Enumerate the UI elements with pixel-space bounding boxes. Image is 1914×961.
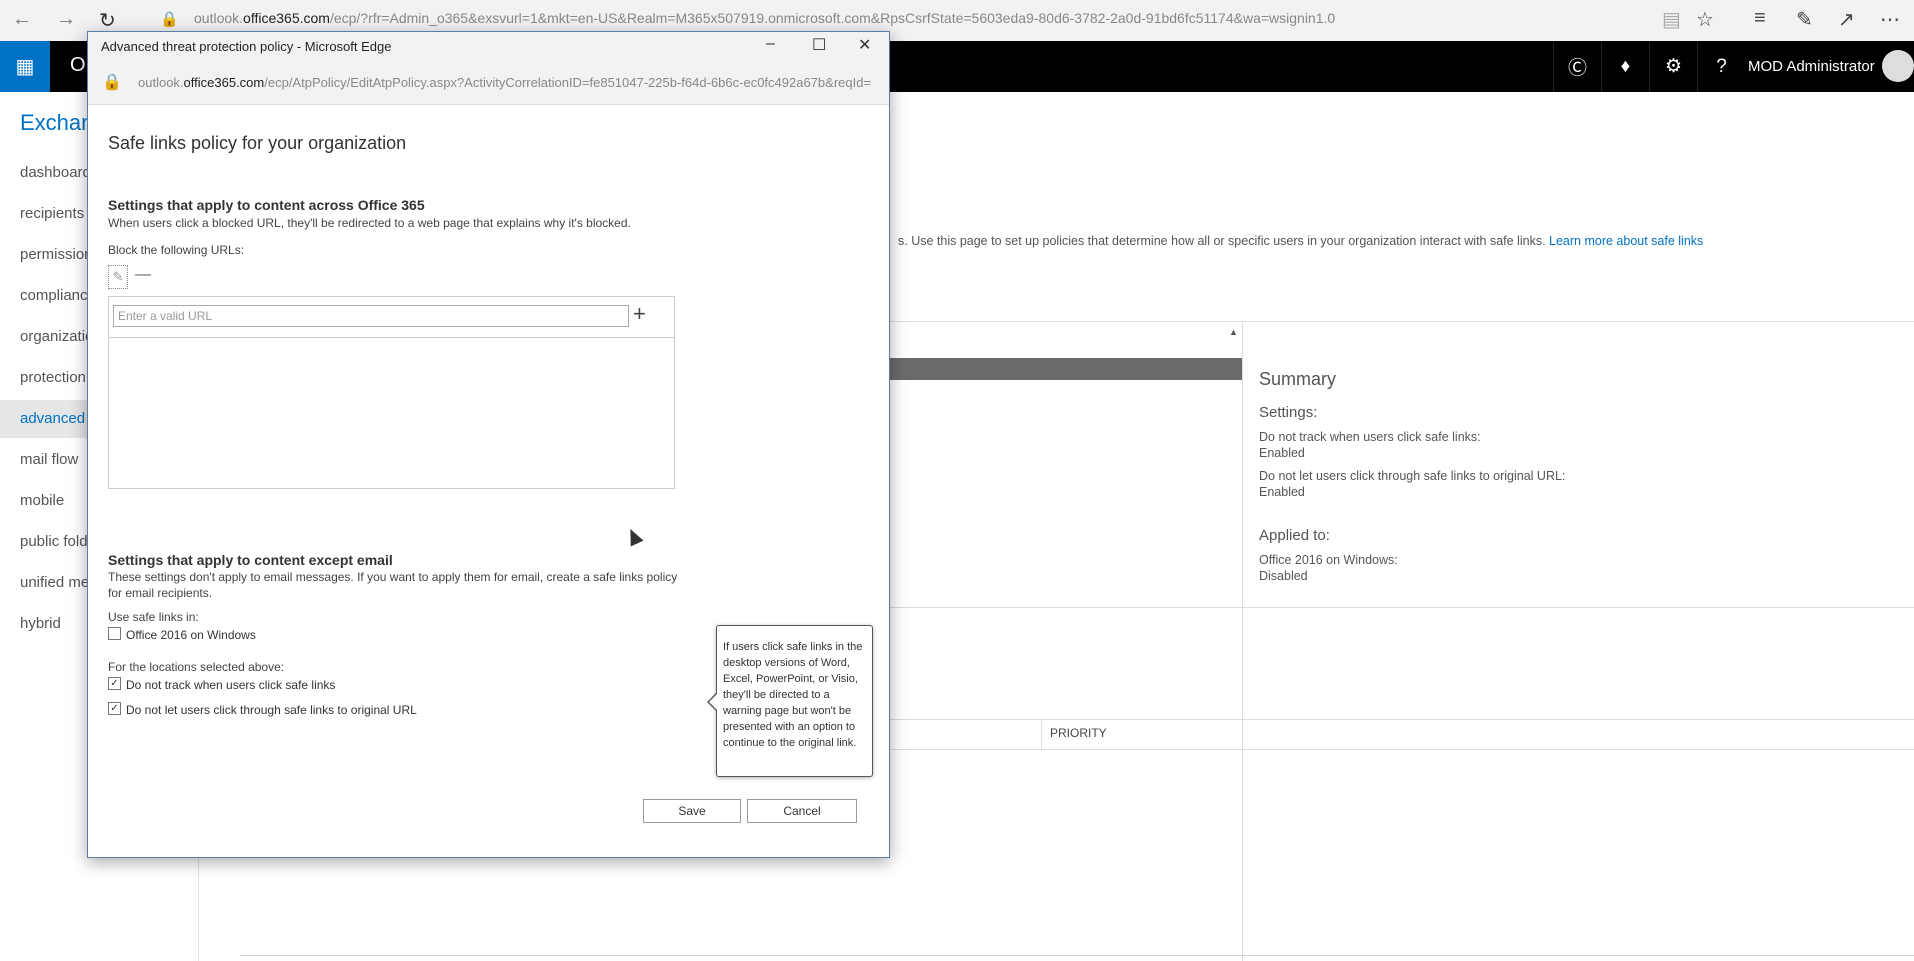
office-2016-checkbox[interactable] — [108, 627, 121, 640]
popup-url[interactable]: outlook.office365.com/ecp/AtpPolicy/Edit… — [138, 75, 871, 90]
refresh-icon[interactable]: ↻ — [99, 8, 116, 33]
nav-item-permissions[interactable]: permission — [20, 246, 93, 263]
page-description: s. Use this page to set up policies that… — [898, 234, 1704, 248]
divider — [1242, 607, 1914, 608]
add-icon[interactable]: + — [633, 301, 646, 327]
column-divider — [1242, 321, 1243, 961]
dialog-title: Safe links policy for your organization — [108, 133, 407, 153]
back-icon[interactable]: ← — [12, 8, 32, 31]
more-icon[interactable]: ⋯ — [1880, 7, 1900, 32]
office-2016-label[interactable]: Office 2016 on Windows — [126, 628, 256, 642]
hub-icon[interactable]: ≡ — [1754, 7, 1766, 30]
learn-more-link[interactable]: Learn more about safe links — [1549, 234, 1703, 248]
summary-clickthrough-value: Enabled — [1259, 485, 1305, 499]
app-title: Exchan — [20, 110, 94, 135]
user-name[interactable]: MOD Administrator — [1748, 58, 1875, 75]
save-button[interactable]: Save — [643, 799, 741, 823]
summary-title: Summary — [1259, 369, 1337, 389]
url-input[interactable] — [113, 305, 629, 327]
summary-office-label: Office 2016 on Windows: — [1259, 553, 1398, 567]
nav-item-public-folders[interactable]: public fold — [20, 533, 88, 550]
do-not-track-label[interactable]: Do not track when users click safe links — [126, 678, 335, 692]
tooltip-text: If users click safe links in the desktop… — [723, 641, 863, 749]
do-not-track-checkbox[interactable]: ✓ — [108, 677, 121, 690]
nav-item-recipients[interactable]: recipients — [20, 205, 84, 222]
popup-window: Advanced threat protection policy - Micr… — [87, 31, 890, 858]
share-icon[interactable]: ↗ — [1838, 7, 1855, 32]
nav-item-mail-flow[interactable]: mail flow — [20, 451, 78, 468]
section-heading: Settings that apply to content except em… — [108, 552, 393, 568]
table-row[interactable] — [888, 358, 1242, 380]
nav-item-dashboard[interactable]: dashboard — [20, 164, 91, 181]
divider — [888, 749, 1914, 750]
nav-item-organization[interactable]: organizatio — [20, 328, 93, 345]
section-description: for email recipients. — [108, 586, 213, 600]
nav-item-hybrid[interactable]: hybrid — [20, 615, 61, 632]
summary-office-value: Disabled — [1259, 569, 1308, 583]
remove-icon[interactable]: — — [135, 266, 151, 284]
nav-item-mobile[interactable]: mobile — [20, 492, 64, 509]
url-input-row: + — [109, 297, 674, 338]
tooltip-arrow — [709, 693, 718, 711]
avatar[interactable] — [1882, 50, 1914, 82]
forward-icon[interactable]: → — [56, 8, 76, 31]
summary-settings-label: Settings: — [1259, 404, 1318, 421]
table-border — [888, 321, 1914, 322]
divider — [240, 955, 1914, 956]
lock-icon: 🔒 — [102, 74, 122, 91]
popup-title: Advanced threat protection policy - Micr… — [101, 39, 392, 54]
lock-icon: 🔒 — [160, 11, 179, 28]
popup-address-bar: 🔒 outlook.office365.com/ecp/AtpPolicy/Ed… — [88, 62, 889, 105]
cancel-button[interactable]: Cancel — [747, 799, 857, 823]
summary-clickthrough-label: Do not let users click through safe link… — [1259, 469, 1566, 483]
app-initial: O — [70, 54, 86, 76]
edit-icon[interactable]: ✎ — [108, 265, 128, 289]
section-description: When users click a blocked URL, they'll … — [108, 216, 631, 230]
mouse-cursor — [624, 526, 644, 547]
section-heading: Settings that apply to content across Of… — [108, 197, 425, 213]
popup-titlebar[interactable]: Advanced threat protection policy - Micr… — [88, 32, 889, 62]
priority-column-header[interactable]: PRIORITY — [1050, 726, 1107, 740]
web-note-icon[interactable]: ✎ — [1796, 7, 1813, 32]
locations-label: For the locations selected above: — [108, 660, 285, 674]
close-icon[interactable]: ✕ — [858, 35, 871, 55]
column-divider — [1041, 720, 1042, 749]
use-safe-links-label: Use safe links in: — [108, 610, 199, 624]
help-icon[interactable]: ? — [1697, 41, 1745, 92]
nav-item-compliance[interactable]: compliance — [20, 287, 96, 304]
summary-track-value: Enabled — [1259, 446, 1305, 460]
no-click-through-label[interactable]: Do not let users click through safe link… — [126, 703, 417, 717]
blocked-url-list: + — [108, 296, 675, 489]
app-launcher-icon[interactable]: ▦ — [0, 41, 50, 92]
block-urls-label: Block the following URLs: — [108, 243, 245, 257]
sort-up-icon[interactable]: ▲ — [1229, 327, 1238, 337]
tooltip: If users click safe links in the desktop… — [707, 625, 873, 777]
summary-applied-label: Applied to: — [1259, 527, 1330, 544]
nav-item-unified-messaging[interactable]: unified me — [20, 574, 89, 591]
bell-icon[interactable]: ♦ — [1601, 41, 1649, 92]
gear-icon[interactable]: ⚙ — [1649, 41, 1697, 92]
reading-view-icon[interactable]: ▤ — [1662, 7, 1681, 32]
minimize-icon[interactable]: – — [766, 35, 775, 53]
section-description: These settings don't apply to email mess… — [108, 570, 678, 584]
favorite-star-icon[interactable]: ☆ — [1696, 7, 1714, 32]
summary-track-label: Do not track when users click safe links… — [1259, 430, 1481, 444]
maximize-icon[interactable]: ☐ — [812, 35, 826, 55]
skype-icon[interactable]: Ⓒ — [1553, 41, 1601, 92]
no-click-through-checkbox[interactable]: ✓ — [108, 702, 121, 715]
address-bar[interactable]: outlook.office365.com/ecp/?rfr=Admin_o36… — [194, 10, 1335, 26]
divider — [888, 607, 1242, 608]
nav-item-protection[interactable]: protection — [20, 369, 86, 386]
